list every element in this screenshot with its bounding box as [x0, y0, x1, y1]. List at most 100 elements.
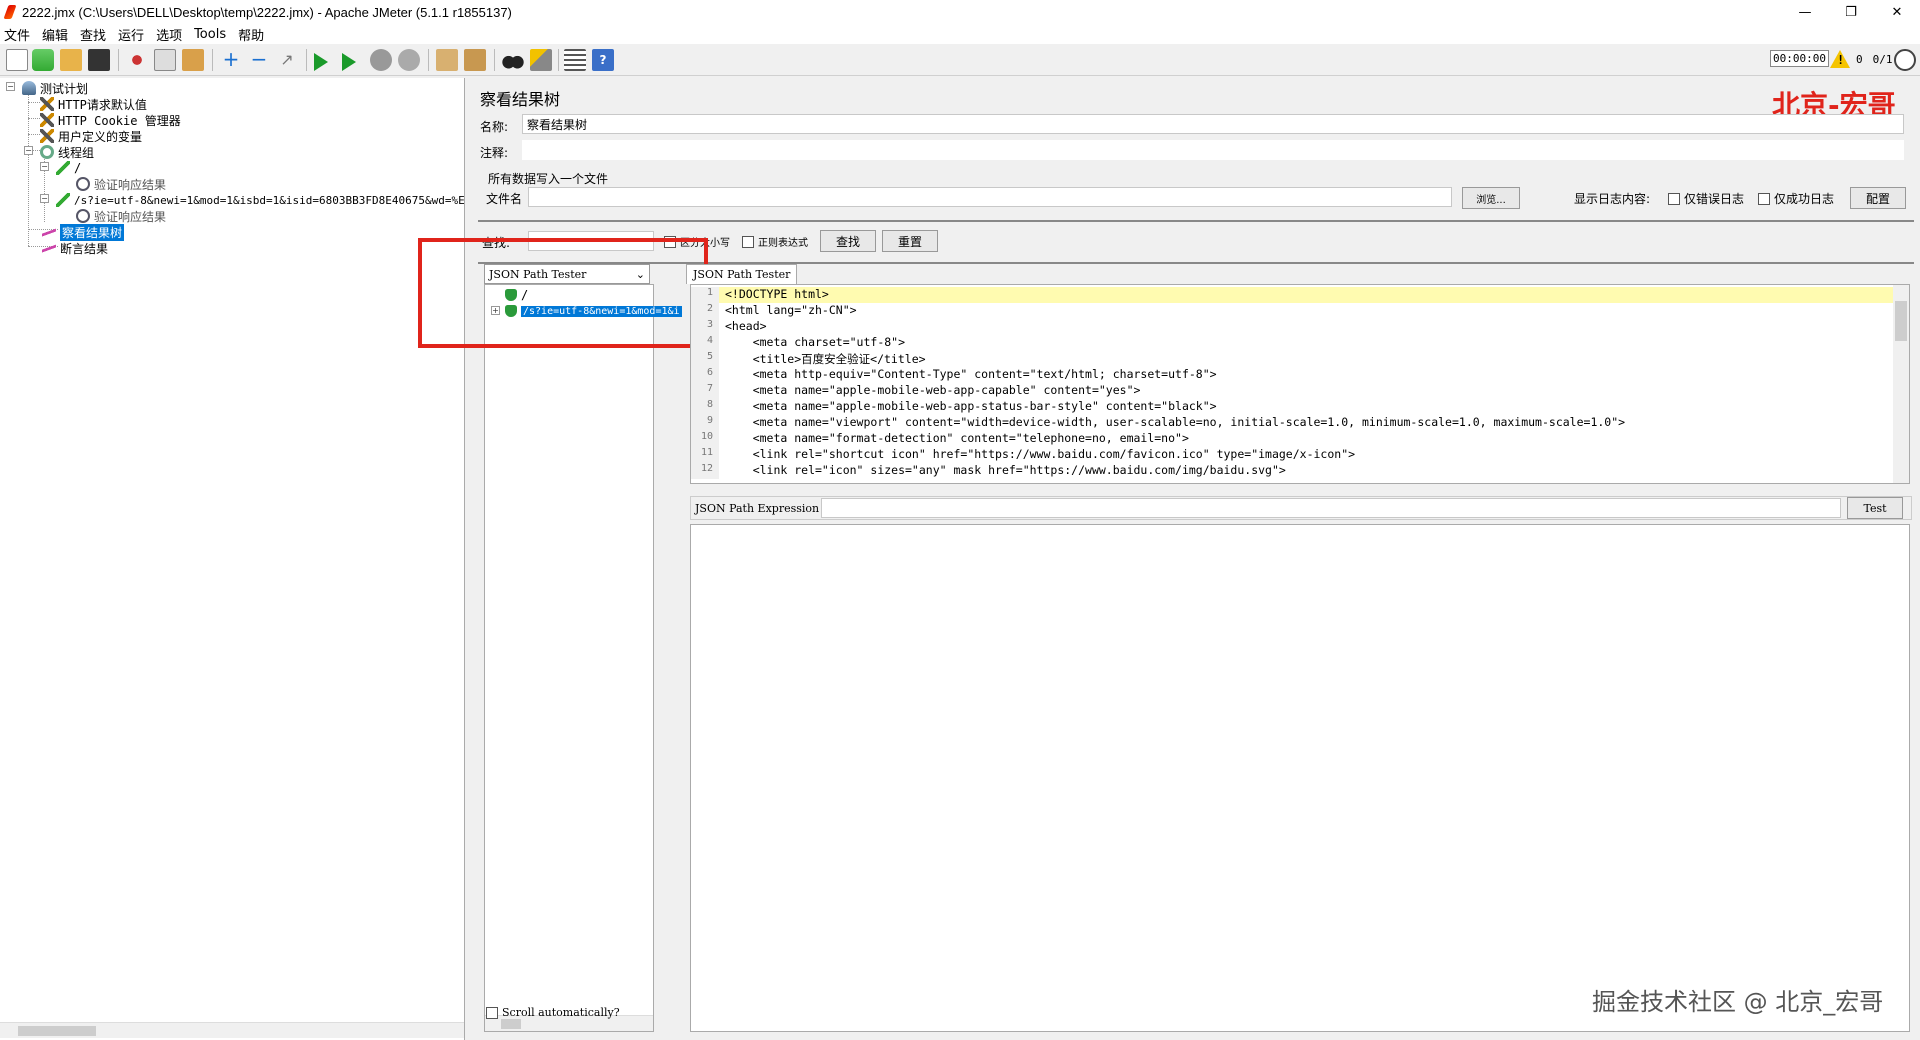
- paste-icon[interactable]: [182, 49, 204, 71]
- menu-run[interactable]: 运行: [118, 25, 144, 44]
- menu-options[interactable]: 选项: [156, 25, 182, 44]
- warning-count: 0: [1856, 52, 1863, 66]
- cut-icon[interactable]: [126, 49, 148, 71]
- menu-search[interactable]: 查找: [80, 25, 106, 44]
- results-list: / + /s?ie=utf-8&newi=1&mod=1&i: [484, 284, 682, 1032]
- templates-icon[interactable]: [32, 49, 54, 71]
- code-text: <link rel="shortcut icon" href="https://…: [725, 447, 1356, 461]
- expression-result-area[interactable]: [690, 524, 1910, 1032]
- start-icon[interactable]: [314, 53, 328, 71]
- search-icon[interactable]: [502, 49, 524, 71]
- line-number: 9: [691, 415, 719, 431]
- sampler-icon: [56, 193, 70, 207]
- name-label: 名称:: [480, 120, 509, 134]
- start-no-pause-icon[interactable]: [342, 53, 356, 71]
- window-title: 2222.jmx (C:\Users\DELL\Desktop\temp\222…: [22, 4, 512, 20]
- shutdown-icon[interactable]: [398, 49, 420, 71]
- expression-label: JSON Path Expression: [695, 502, 820, 515]
- success-only-checkbox[interactable]: 仅成功日志: [1758, 190, 1834, 207]
- warning-icon: [1830, 50, 1850, 68]
- expand-all-icon[interactable]: +: [220, 49, 242, 71]
- code-text: <meta name="apple-mobile-web-app-capable…: [725, 383, 1141, 397]
- clear-all-icon[interactable]: [464, 49, 486, 71]
- stop-icon[interactable]: [370, 49, 392, 71]
- warning-status[interactable]: 0 0/1: [1830, 50, 1893, 68]
- regex-checkbox[interactable]: 正则表达式: [742, 234, 808, 249]
- comment-input[interactable]: [522, 140, 1904, 160]
- help-icon[interactable]: ?: [592, 49, 614, 71]
- expression-input[interactable]: [821, 498, 1841, 518]
- filename-input[interactable]: [528, 187, 1452, 207]
- config-icon: [40, 113, 54, 127]
- scroll-auto-checkbox[interactable]: Scroll automatically?: [486, 1006, 620, 1019]
- view-results-panel: 察看结果树 北京-宏哥 名称: 察看结果树 注释: 所有数据写入一个文件 文件名…: [418, 78, 1920, 1040]
- code-text: <head>: [725, 319, 767, 333]
- code-vertical-scrollbar[interactable]: [1893, 285, 1909, 483]
- browse-button[interactable]: 浏览...: [1462, 187, 1520, 209]
- code-line: 12 <link rel="icon" sizes="any" mask hre…: [691, 463, 1909, 479]
- tree-http-defaults[interactable]: HTTP请求默认值: [40, 96, 147, 112]
- tab-json-path-tester[interactable]: JSON Path Tester: [686, 264, 798, 284]
- menu-file[interactable]: 文件: [4, 25, 30, 44]
- line-number: 5: [691, 351, 719, 367]
- tree-assertion-2[interactable]: 验证响应结果: [76, 208, 166, 224]
- save-icon[interactable]: [88, 49, 110, 71]
- close-button[interactable]: ✕: [1874, 0, 1920, 24]
- function-helper-icon[interactable]: [564, 49, 586, 71]
- maximize-button[interactable]: ❐: [1828, 0, 1874, 24]
- tree-view-results[interactable]: 察看结果树: [42, 223, 125, 241]
- tree-user-vars[interactable]: 用户定义的变量: [40, 128, 142, 144]
- line-number: 7: [691, 383, 719, 399]
- test-button[interactable]: Test: [1847, 497, 1903, 519]
- line-number: 12: [691, 463, 719, 479]
- code-text: <!DOCTYPE html>: [725, 287, 829, 301]
- errors-only-checkbox[interactable]: 仅错误日志: [1668, 190, 1744, 207]
- new-icon[interactable]: [6, 49, 28, 71]
- code-line: 2 <html lang="zh-CN">: [691, 303, 1909, 319]
- code-line: 10 <meta name="format-detection" content…: [691, 431, 1909, 447]
- code-text: <meta name="format-detection" content="t…: [725, 431, 1189, 445]
- code-line: 11 <link rel="shortcut icon" href="https…: [691, 447, 1909, 463]
- tree-assert-results[interactable]: 断言结果: [42, 240, 108, 256]
- collapse-test-plan[interactable]: −: [6, 82, 15, 91]
- reset-button[interactable]: 重置: [882, 230, 938, 252]
- find-button[interactable]: 查找: [820, 230, 876, 252]
- tree-sampler-search[interactable]: /s?ie=utf-8&newi=1&mod=1&isbd=1&isid=680…: [56, 192, 464, 208]
- collapse-all-icon[interactable]: −: [248, 49, 270, 71]
- thread-count: 0/1: [1872, 52, 1893, 66]
- code-line: 8 <meta name="apple-mobile-web-app-statu…: [691, 399, 1909, 415]
- test-plan-icon: [22, 81, 36, 95]
- filename-label: 文件名: [486, 192, 523, 206]
- tree-horizontal-scrollbar[interactable]: [0, 1022, 464, 1038]
- test-plan-tree: − 测试计划 HTTP请求默认值 HTTP Cookie 管理器 用户定义的变量…: [0, 78, 465, 1040]
- code-line: 1 <!DOCTYPE html>: [691, 287, 1909, 303]
- collapse-sampler1[interactable]: −: [40, 162, 49, 171]
- code-text: <meta name="viewport" content="width=dev…: [725, 415, 1626, 429]
- menu-help[interactable]: 帮助: [238, 25, 264, 44]
- code-line: 5 <title>百度安全验证</title>: [691, 351, 1909, 367]
- menu-tools[interactable]: Tools: [194, 27, 226, 42]
- response-code-view: 1 <!DOCTYPE html> 2 <html lang="zh-CN"> 3 <he…: [690, 284, 1910, 484]
- code-line: 3 <head>: [691, 319, 1909, 335]
- footer-watermark: 掘金技术社区 @ 北京_宏哥: [1592, 988, 1884, 1016]
- tree-test-plan[interactable]: 测试计划: [22, 80, 88, 96]
- configure-button[interactable]: 配置: [1850, 187, 1906, 209]
- open-icon[interactable]: [60, 49, 82, 71]
- clear-icon[interactable]: [436, 49, 458, 71]
- remote-status-icon[interactable]: [1894, 49, 1916, 71]
- copy-icon[interactable]: [154, 49, 176, 71]
- name-input[interactable]: 察看结果树: [522, 114, 1904, 134]
- tree-assertion-1[interactable]: 验证响应结果: [76, 176, 166, 192]
- tree-cookie-manager[interactable]: HTTP Cookie 管理器: [40, 112, 181, 128]
- menu-edit[interactable]: 编辑: [42, 25, 68, 44]
- tree-sampler-root[interactable]: /: [56, 160, 81, 176]
- minimize-button[interactable]: —: [1782, 0, 1828, 24]
- toggle-icon[interactable]: ↗: [276, 49, 298, 71]
- reset-search-icon[interactable]: [530, 49, 552, 71]
- tree-thread-group[interactable]: 线程组: [40, 144, 94, 160]
- code-text: <title>百度安全验证</title>: [725, 352, 926, 366]
- thread-group-icon: [40, 145, 54, 159]
- collapse-sampler2[interactable]: −: [40, 194, 49, 203]
- log-display-label: 显示日志内容:: [1574, 192, 1651, 206]
- collapse-thread-group[interactable]: −: [24, 146, 33, 155]
